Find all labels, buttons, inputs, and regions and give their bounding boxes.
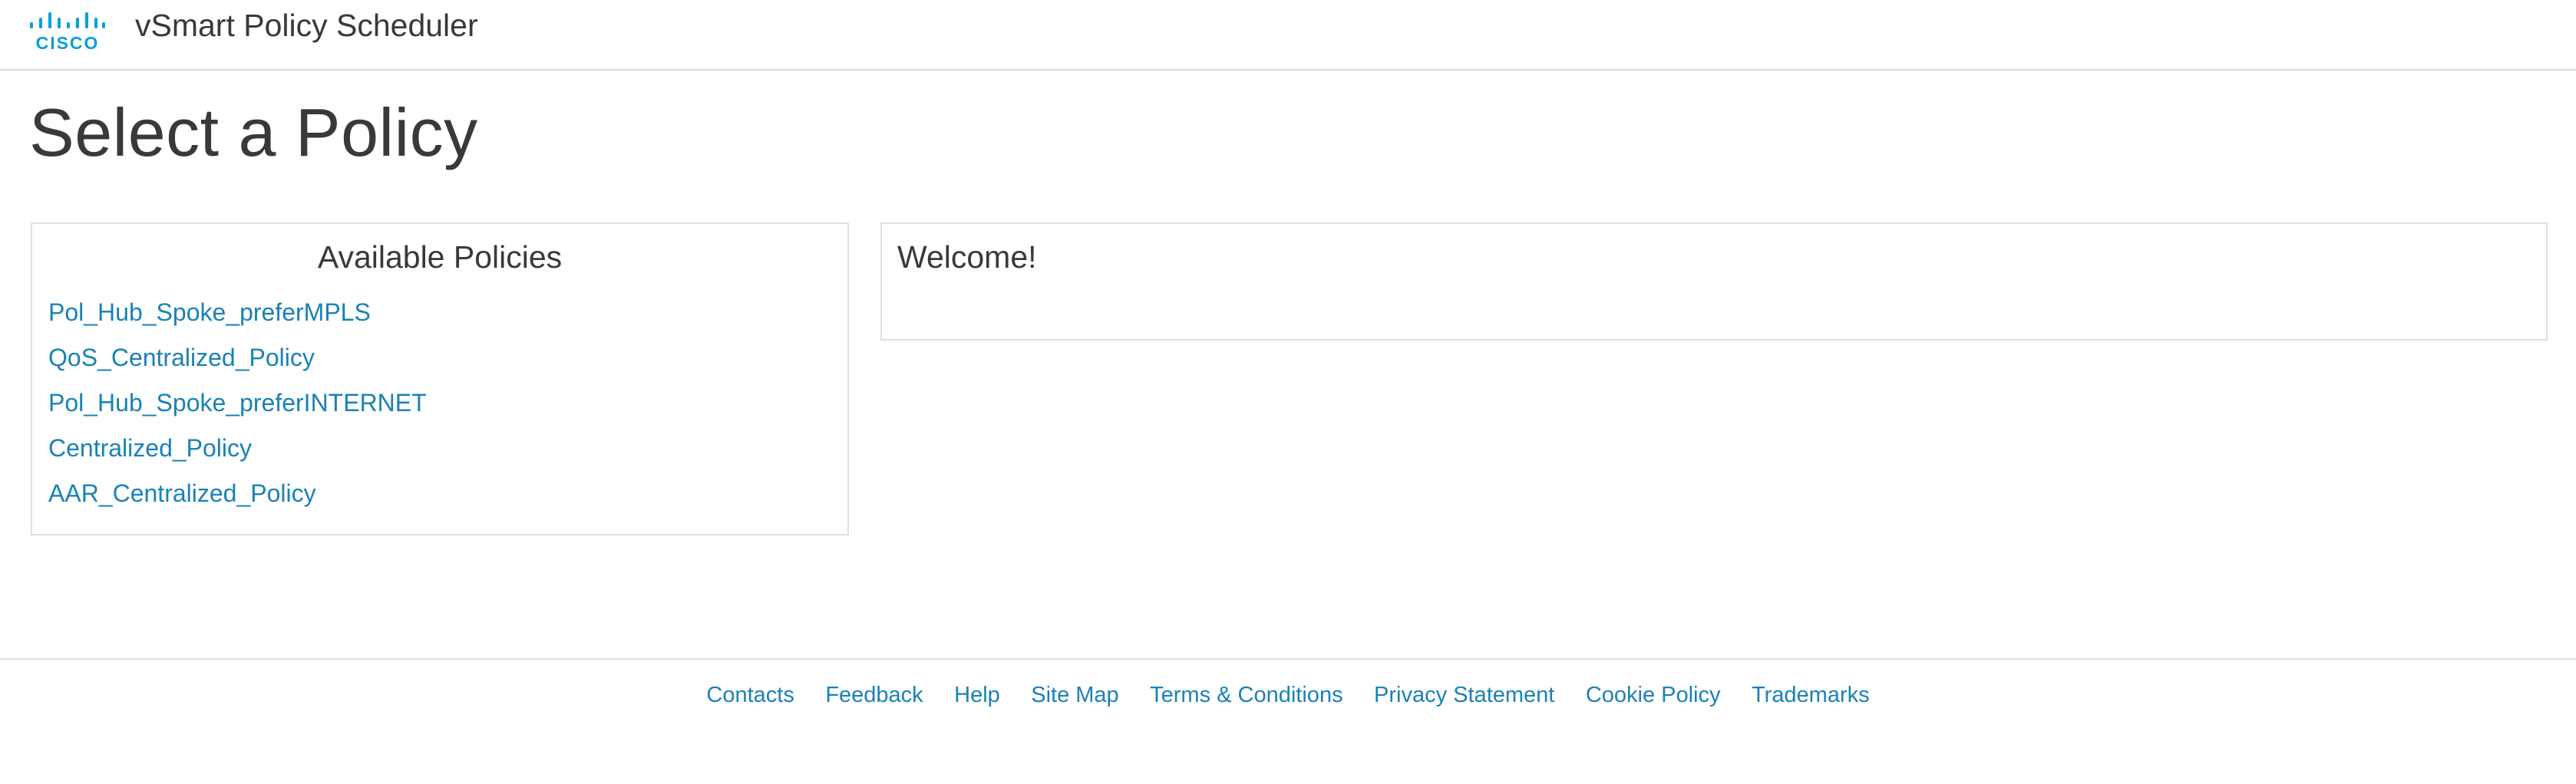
cisco-logo-text: CISCO	[35, 33, 100, 53]
cisco-logo[interactable]: CISCO	[29, 9, 106, 53]
page-title: Select a Policy	[29, 94, 478, 170]
footer-link-site-map[interactable]: Site Map	[1031, 683, 1118, 708]
welcome-panel: Welcome!	[880, 222, 2548, 341]
policy-link-pol-hub-spoke-prefermpls[interactable]: Pol_Hub_Spoke_preferMPLS	[48, 298, 371, 326]
policy-link-centralized-policy[interactable]: Centralized_Policy	[48, 434, 252, 462]
footer-link-terms-conditions[interactable]: Terms & Conditions	[1150, 683, 1342, 708]
list-item: Pol_Hub_Spoke_preferINTERNET	[48, 380, 427, 426]
footer-links: Contacts Feedback Help Site Map Terms & …	[0, 683, 2576, 708]
app-title: vSmart Policy Scheduler	[135, 8, 478, 43]
cisco-logo-icon	[30, 12, 105, 28]
footer-link-cookie-policy[interactable]: Cookie Policy	[1586, 683, 1721, 708]
policy-link-qos-centralized-policy[interactable]: QoS_Centralized_Policy	[48, 344, 315, 371]
list-item: Pol_Hub_Spoke_preferMPLS	[48, 290, 427, 335]
list-item: AAR_Centralized_Policy	[48, 471, 427, 516]
footer-link-privacy-statement[interactable]: Privacy Statement	[1374, 683, 1554, 708]
footer-link-help[interactable]: Help	[954, 683, 1000, 708]
welcome-message: Welcome!	[897, 239, 1037, 275]
footer-link-trademarks[interactable]: Trademarks	[1752, 683, 1870, 708]
available-policies-heading: Available Policies	[317, 239, 563, 275]
list-item: QoS_Centralized_Policy	[48, 335, 427, 380]
policy-link-pol-hub-spoke-preferinternet[interactable]: Pol_Hub_Spoke_preferINTERNET	[48, 389, 427, 417]
list-item: Centralized_Policy	[48, 426, 427, 471]
footer-link-feedback[interactable]: Feedback	[825, 683, 923, 708]
top-header: CISCO vSmart Policy Scheduler	[0, 0, 2576, 71]
policy-list: Pol_Hub_Spoke_preferMPLS QoS_Centralized…	[48, 290, 427, 516]
available-policies-panel: Available Policies Pol_Hub_Spoke_preferM…	[31, 222, 849, 535]
footer: Contacts Feedback Help Site Map Terms & …	[0, 658, 2576, 784]
policy-link-aar-centralized-policy[interactable]: AAR_Centralized_Policy	[48, 479, 316, 507]
footer-link-contacts[interactable]: Contacts	[706, 683, 794, 708]
